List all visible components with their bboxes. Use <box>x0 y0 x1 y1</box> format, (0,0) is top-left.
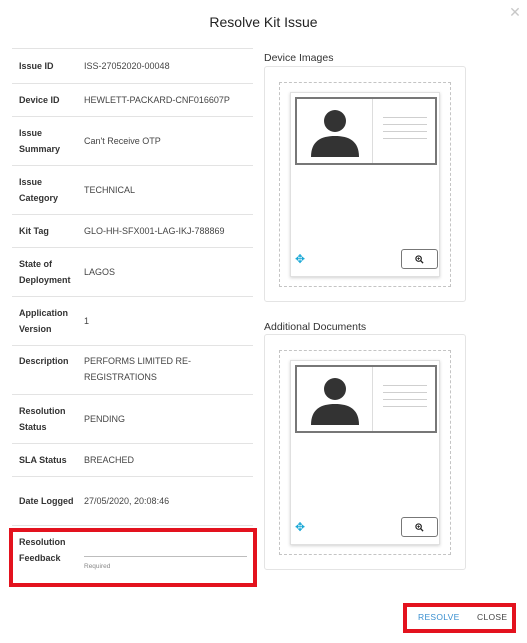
detail-value: Can't Receive OTP <box>84 136 161 146</box>
device-image-card: ✥ <box>290 92 440 277</box>
additional-documents-dropzone[interactable]: ✥ <box>279 350 451 555</box>
close-icon[interactable]: ✕ <box>508 6 522 20</box>
detail-row-date-logged: Date Logged 27/05/2020, 20:08:46 <box>12 477 253 526</box>
placeholder-image <box>295 97 437 165</box>
required-hint: Required <box>84 563 111 570</box>
detail-value: 27/05/2020, 20:08:46 <box>84 496 170 506</box>
additional-documents-panel: ✥ <box>264 334 466 570</box>
resolution-feedback-label: Resolution Feedback <box>19 537 66 563</box>
device-images-dropzone[interactable]: ✥ <box>279 82 451 287</box>
additional-documents-heading: Additional Documents <box>264 321 367 333</box>
zoom-in-icon <box>415 522 424 532</box>
move-icon[interactable]: ✥ <box>295 253 307 265</box>
detail-value: PERFORMS LIMITED RE-REGISTRATIONS <box>84 356 192 382</box>
person-icon <box>297 99 373 163</box>
zoom-in-button[interactable] <box>401 517 438 537</box>
detail-value: 1 <box>84 316 90 326</box>
detail-label: Resolution Status <box>19 406 66 432</box>
detail-row-issue-category: Issue Category TECHNICAL <box>12 166 253 215</box>
device-images-heading: Device Images <box>264 52 334 64</box>
detail-label: Device ID <box>19 95 60 105</box>
detail-label: Issue Category <box>19 177 59 203</box>
placeholder-image <box>295 365 437 433</box>
detail-label: State of Deployment <box>19 259 71 285</box>
resolve-button[interactable]: RESOLVE <box>418 612 460 622</box>
detail-row-description: Description PERFORMS LIMITED RE-REGISTRA… <box>12 346 253 395</box>
zoom-in-icon <box>415 254 424 264</box>
detail-value: GLO-HH-SFX001-LAG-IKJ-788869 <box>84 226 225 236</box>
move-icon[interactable]: ✥ <box>295 521 307 533</box>
detail-value: BREACHED <box>84 455 135 465</box>
resolution-feedback-field: Resolution Feedback Required <box>12 531 253 582</box>
detail-value: PENDING <box>84 414 126 424</box>
resolution-feedback-input[interactable] <box>84 539 247 557</box>
detail-label: Description <box>19 356 69 366</box>
detail-row-device-id: Device ID HEWLETT-PACKARD-CNF016607P <box>12 84 253 117</box>
text-lines <box>383 385 427 413</box>
detail-value: HEWLETT-PACKARD-CNF016607P <box>84 95 230 105</box>
detail-row-kit-tag: Kit Tag GLO-HH-SFX001-LAG-IKJ-788869 <box>12 215 253 248</box>
detail-label: Issue ID <box>19 61 54 71</box>
detail-row-issue-summary: Issue Summary Can't Receive OTP <box>12 117 253 166</box>
device-images-panel: ✥ <box>264 66 466 302</box>
resolve-kit-issue-dialog: Resolve Kit Issue ✕ Issue ID ISS-2705202… <box>0 0 527 643</box>
zoom-in-button[interactable] <box>401 249 438 269</box>
detail-row-sla-status: SLA Status BREACHED <box>12 444 253 477</box>
detail-label: Kit Tag <box>19 226 49 236</box>
detail-row-state-of-deployment: State of Deployment LAGOS <box>12 248 253 297</box>
document-image-card: ✥ <box>290 360 440 545</box>
issue-details-table: Issue ID ISS-27052020-00048 Device ID HE… <box>12 48 253 526</box>
detail-value: ISS-27052020-00048 <box>84 61 170 71</box>
dialog-title: Resolve Kit Issue <box>209 14 318 30</box>
detail-row-issue-id: Issue ID ISS-27052020-00048 <box>12 48 253 84</box>
detail-label: SLA Status <box>19 455 67 465</box>
person-icon <box>297 367 373 431</box>
detail-label: Application Version <box>19 308 68 334</box>
text-lines <box>383 117 427 145</box>
detail-label: Issue Summary <box>19 128 61 154</box>
detail-label: Date Logged <box>19 496 74 506</box>
detail-row-resolution-status: Resolution Status PENDING <box>12 395 253 444</box>
detail-value: TECHNICAL <box>84 185 136 195</box>
detail-value: LAGOS <box>84 267 116 277</box>
close-button[interactable]: CLOSE <box>477 612 507 622</box>
detail-row-application-version: Application Version 1 <box>12 297 253 346</box>
